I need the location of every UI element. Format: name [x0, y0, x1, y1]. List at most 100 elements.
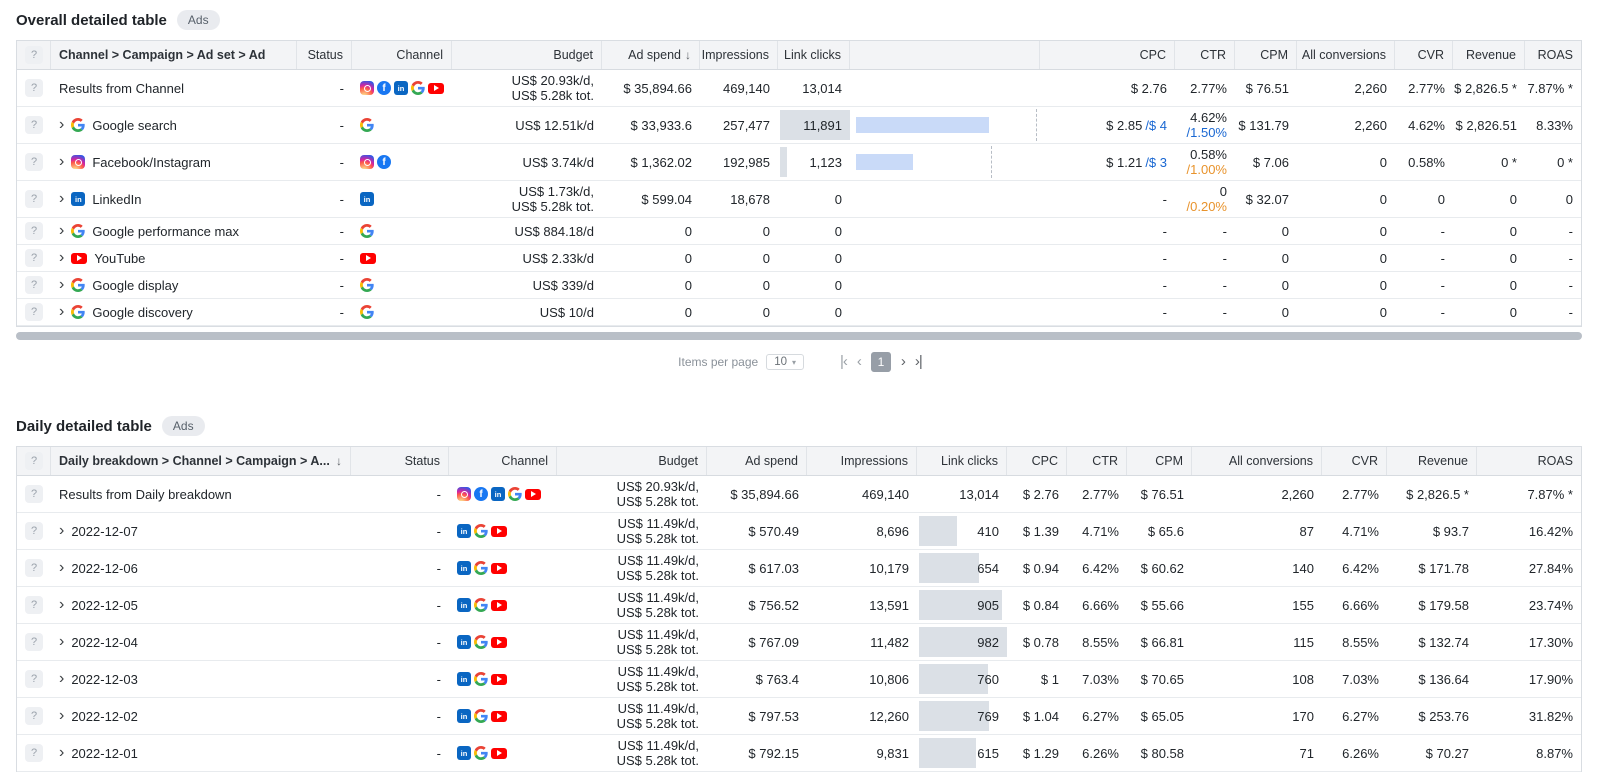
col-header-impressions[interactable]: Impressions — [807, 447, 917, 475]
status-value: - — [339, 80, 344, 96]
chevron-right-icon[interactable]: › — [59, 671, 64, 687]
col-header-cpc[interactable]: CPC — [1040, 41, 1175, 69]
col-header-ctr[interactable]: CTR — [1175, 41, 1235, 69]
col-header-link-clicks[interactable]: Link clicks — [778, 41, 850, 69]
cpc-value: - — [1162, 304, 1167, 320]
col-header-ctr[interactable]: CTR — [1067, 447, 1127, 475]
table-row[interactable]: ? › 2022-12-03 - in US$ 11.49k/d, US$ 5.… — [17, 661, 1581, 698]
link-clicks-value: 13,014 — [802, 80, 842, 96]
help-icon[interactable]: ? — [25, 116, 43, 134]
current-page[interactable]: 1 — [870, 352, 891, 372]
budget-value: US$ 11.49k/d, US$ 5.28k tot. — [557, 513, 707, 549]
help-icon[interactable]: ? — [25, 79, 43, 97]
col-header-name[interactable]: Daily breakdown > Channel > Campaign > A… — [51, 447, 351, 475]
previous-page-button[interactable]: ‹ — [857, 353, 862, 371]
table-row[interactable]: ? › 2022-12-07 - in US$ 11.49k/d, US$ 5.… — [17, 513, 1581, 550]
last-page-button[interactable]: ›| — [915, 353, 923, 371]
help-icon[interactable]: ? — [25, 485, 43, 503]
chevron-right-icon[interactable]: › — [59, 597, 64, 613]
col-header-cpm[interactable]: CPM — [1127, 447, 1192, 475]
col-header-channel[interactable]: Channel — [449, 447, 557, 475]
col-header-cvr[interactable]: CVR — [1395, 41, 1453, 69]
col-header-roas[interactable]: ROAS — [1525, 41, 1581, 69]
row-help-cell: ? — [17, 218, 51, 244]
table-row[interactable]: ? › Google search - US$ 12.51k/d $ 33,93… — [17, 107, 1581, 144]
col-header-revenue[interactable]: Revenue — [1387, 447, 1477, 475]
first-page-button[interactable]: |‹ — [840, 353, 848, 371]
help-icon[interactable]: ? — [25, 633, 43, 651]
table-row[interactable]: ? › Results from Daily breakdown - fin U… — [17, 476, 1581, 513]
table-row[interactable]: ? › 2022-12-05 - in US$ 11.49k/d, US$ 5.… — [17, 587, 1581, 624]
col-header-cpm[interactable]: CPM — [1235, 41, 1297, 69]
col-header-revenue[interactable]: Revenue — [1453, 41, 1525, 69]
help-icon[interactable]: ? — [25, 522, 43, 540]
chevron-right-icon[interactable]: › — [59, 304, 64, 320]
chevron-right-icon[interactable]: › — [59, 634, 64, 650]
budget-line-2: US$ 5.28k tot. — [616, 753, 699, 768]
help-icon[interactable]: ? — [25, 190, 43, 208]
help-icon[interactable]: ? — [25, 46, 43, 64]
chevron-right-icon[interactable]: › — [59, 117, 64, 133]
help-icon[interactable]: ? — [25, 249, 43, 267]
col-header-channel[interactable]: Channel — [352, 41, 452, 69]
table-row[interactable]: ? › 2022-12-06 - in US$ 11.49k/d, US$ 5.… — [17, 550, 1581, 587]
link-clicks-cell: 410 — [917, 513, 1007, 549]
google-icon — [360, 224, 374, 238]
help-icon[interactable]: ? — [25, 222, 43, 240]
col-header-name[interactable]: Channel > Campaign > Ad set > Ad — [51, 41, 297, 69]
col-header-budget[interactable]: Budget — [557, 447, 707, 475]
link-clicks-cell: 1,123 — [778, 144, 850, 180]
col-header-budget[interactable]: Budget — [452, 41, 602, 69]
help-icon[interactable]: ? — [25, 276, 43, 294]
help-icon[interactable]: ? — [25, 559, 43, 577]
help-icon[interactable]: ? — [25, 303, 43, 321]
chevron-right-icon[interactable]: › — [59, 250, 64, 266]
conversions-value: 140 — [1292, 560, 1314, 576]
col-header-conversions[interactable]: All conversions — [1192, 447, 1322, 475]
chevron-right-icon[interactable]: › — [59, 708, 64, 724]
budget-line-2: US$ 5.28k tot. — [616, 531, 699, 546]
budget-line-1: US$ 2.33k/d — [522, 250, 594, 266]
help-icon[interactable]: ? — [25, 596, 43, 614]
next-page-button[interactable]: › — [901, 353, 906, 371]
col-header-link-clicks[interactable]: Link clicks — [917, 447, 1007, 475]
items-per-page-select[interactable]: 10 ▾ — [766, 354, 805, 370]
chevron-right-icon[interactable]: › — [59, 277, 64, 293]
help-icon[interactable]: ? — [25, 670, 43, 688]
table-row[interactable]: ? › Google discovery - US$ 10/d 0 0 0 - … — [17, 299, 1581, 326]
col-header-status[interactable]: Status — [297, 41, 352, 69]
col-header-cvr[interactable]: CVR — [1322, 447, 1387, 475]
col-header-cpc[interactable]: CPC — [1007, 447, 1067, 475]
col-header-roas[interactable]: ROAS — [1477, 447, 1581, 475]
chevron-right-icon[interactable]: › — [59, 523, 64, 539]
col-header-impressions[interactable]: Impressions — [700, 41, 778, 69]
table-row[interactable]: ? › Facebook/Instagram - f US$ 3.74k/d $… — [17, 144, 1581, 181]
google-icon — [411, 81, 425, 95]
chevron-right-icon[interactable]: › — [59, 560, 64, 576]
ad-spend-value: $ 33,933.6 — [630, 117, 692, 133]
horizontal-scrollbar[interactable] — [16, 332, 1582, 340]
col-header-ad-spend[interactable]: Ad spend — [707, 447, 807, 475]
table-row[interactable]: ? › 2022-12-04 - in US$ 11.49k/d, US$ 5.… — [17, 624, 1581, 661]
chevron-right-icon[interactable]: › — [59, 191, 64, 207]
col-header-conversions[interactable]: All conversions — [1297, 41, 1395, 69]
help-icon[interactable]: ? — [25, 153, 43, 171]
row-help-cell: ? — [17, 107, 51, 143]
table-row[interactable]: ? › Results from Channel - fin US$ 20.93… — [17, 70, 1581, 107]
chevron-right-icon[interactable]: › — [59, 154, 64, 170]
col-header-status[interactable]: Status — [351, 447, 449, 475]
ad-spend-value: 0 — [684, 277, 692, 293]
chevron-right-icon[interactable]: › — [59, 745, 64, 761]
help-icon[interactable]: ? — [25, 452, 43, 470]
table-row[interactable]: ? › Google performance max - US$ 884.18/… — [17, 218, 1581, 245]
table-row[interactable]: ? › 2022-12-01 - in US$ 11.49k/d, US$ 5.… — [17, 735, 1581, 772]
table-row[interactable]: ? › YouTube - US$ 2.33k/d 0 0 0 - - 0 0 … — [17, 245, 1581, 272]
chevron-right-icon[interactable]: › — [59, 223, 64, 239]
table-row[interactable]: ? › Google display - US$ 339/d 0 0 0 - -… — [17, 272, 1581, 299]
table-row[interactable]: ? › in LinkedIn - in US$ 1.73k/d, US$ 5.… — [17, 181, 1581, 218]
help-icon[interactable]: ? — [25, 707, 43, 725]
col-header-ad-spend[interactable]: Ad spend ↓ — [602, 41, 700, 69]
google-icon — [71, 305, 86, 319]
help-icon[interactable]: ? — [25, 744, 43, 762]
table-row[interactable]: ? › 2022-12-02 - in US$ 11.49k/d, US$ 5.… — [17, 698, 1581, 735]
